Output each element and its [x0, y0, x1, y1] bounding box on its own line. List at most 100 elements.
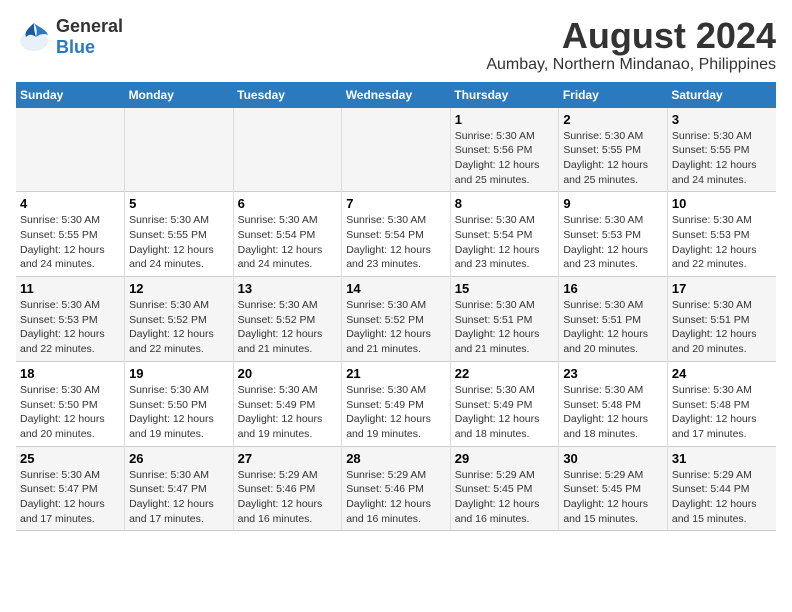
- day-info: Sunrise: 5:30 AM Sunset: 5:48 PM Dayligh…: [563, 384, 648, 440]
- day-info: Sunrise: 5:30 AM Sunset: 5:54 PM Dayligh…: [346, 214, 431, 270]
- day-cell: 31 Sunrise: 5:29 AM Sunset: 5:44 PM Dayli…: [667, 446, 776, 531]
- header-cell-monday: Monday: [125, 82, 234, 108]
- day-cell: 13 Sunrise: 5:30 AM Sunset: 5:52 PM Dayli…: [233, 277, 342, 362]
- day-cell: 2Sunrise: 5:30 AM Sunset: 5:55 PM Daylig…: [559, 108, 668, 192]
- day-cell: 30 Sunrise: 5:29 AM Sunset: 5:45 PM Dayli…: [559, 446, 668, 531]
- day-cell: [342, 108, 451, 192]
- day-cell: [125, 108, 234, 192]
- day-cell: 18Sunrise: 5:30 AM Sunset: 5:50 PM Dayli…: [16, 361, 125, 446]
- day-info: Sunrise: 5:30 AM Sunset: 5:49 PM Dayligh…: [455, 384, 540, 440]
- day-number: 9: [563, 196, 663, 211]
- day-cell: 23 Sunrise: 5:30 AM Sunset: 5:48 PM Dayli…: [559, 361, 668, 446]
- day-number: 28: [346, 451, 446, 466]
- header-cell-wednesday: Wednesday: [342, 82, 451, 108]
- logo-blue: Blue: [56, 37, 123, 58]
- day-cell: 6 Sunrise: 5:30 AM Sunset: 5:54 PM Daylig…: [233, 192, 342, 277]
- day-number: 10: [672, 196, 772, 211]
- day-number: 20: [238, 366, 338, 381]
- day-number: 15: [455, 281, 555, 296]
- day-number: 13: [238, 281, 338, 296]
- day-number: 7: [346, 196, 446, 211]
- day-cell: 11 Sunrise: 5:30 AM Sunset: 5:53 PM Dayli…: [16, 277, 125, 362]
- day-number: 4: [20, 196, 120, 211]
- day-number: 21: [346, 366, 446, 381]
- week-row: 18Sunrise: 5:30 AM Sunset: 5:50 PM Dayli…: [16, 361, 776, 446]
- logo: General Blue: [16, 16, 123, 58]
- day-cell: 9 Sunrise: 5:30 AM Sunset: 5:53 PM Daylig…: [559, 192, 668, 277]
- day-number: 30: [563, 451, 663, 466]
- day-cell: 14 Sunrise: 5:30 AM Sunset: 5:52 PM Dayli…: [342, 277, 451, 362]
- day-number: 29: [455, 451, 555, 466]
- day-cell: 27 Sunrise: 5:29 AM Sunset: 5:46 PM Dayli…: [233, 446, 342, 531]
- page-subtitle: Aumbay, Northern Mindanao, Philippines: [486, 56, 776, 74]
- day-info: Sunrise: 5:29 AM Sunset: 5:44 PM Dayligh…: [672, 469, 757, 525]
- day-cell: 15 Sunrise: 5:30 AM Sunset: 5:51 PM Dayli…: [450, 277, 559, 362]
- header-row: SundayMondayTuesdayWednesdayThursdayFrid…: [16, 82, 776, 108]
- day-info: Sunrise: 5:30 AM Sunset: 5:55 PM Dayligh…: [129, 214, 214, 270]
- day-info: Sunrise: 5:29 AM Sunset: 5:45 PM Dayligh…: [455, 469, 540, 525]
- header-cell-sunday: Sunday: [16, 82, 125, 108]
- day-cell: 25Sunrise: 5:30 AM Sunset: 5:47 PM Dayli…: [16, 446, 125, 531]
- day-cell: 7 Sunrise: 5:30 AM Sunset: 5:54 PM Daylig…: [342, 192, 451, 277]
- day-number: 27: [238, 451, 338, 466]
- day-number: 2: [563, 112, 663, 127]
- calendar-body: 1Sunrise: 5:30 AM Sunset: 5:56 PM Daylig…: [16, 108, 776, 531]
- day-cell: 3 Sunrise: 5:30 AM Sunset: 5:55 PM Daylig…: [667, 108, 776, 192]
- day-info: Sunrise: 5:30 AM Sunset: 5:54 PM Dayligh…: [238, 214, 323, 270]
- day-info: Sunrise: 5:30 AM Sunset: 5:53 PM Dayligh…: [20, 299, 105, 355]
- day-info: Sunrise: 5:30 AM Sunset: 5:51 PM Dayligh…: [563, 299, 648, 355]
- day-number: 3: [672, 112, 772, 127]
- header-cell-tuesday: Tuesday: [233, 82, 342, 108]
- day-number: 8: [455, 196, 555, 211]
- day-cell: 10 Sunrise: 5:30 AM Sunset: 5:53 PM Dayli…: [667, 192, 776, 277]
- day-cell: 16Sunrise: 5:30 AM Sunset: 5:51 PM Dayli…: [559, 277, 668, 362]
- header-cell-thursday: Thursday: [450, 82, 559, 108]
- day-info: Sunrise: 5:30 AM Sunset: 5:52 PM Dayligh…: [346, 299, 431, 355]
- day-number: 23: [563, 366, 663, 381]
- day-number: 31: [672, 451, 772, 466]
- day-cell: [16, 108, 125, 192]
- day-number: 17: [672, 281, 772, 296]
- day-info: Sunrise: 5:30 AM Sunset: 5:51 PM Dayligh…: [672, 299, 757, 355]
- day-number: 24: [672, 366, 772, 381]
- day-number: 6: [238, 196, 338, 211]
- day-info: Sunrise: 5:30 AM Sunset: 5:50 PM Dayligh…: [129, 384, 214, 440]
- day-info: Sunrise: 5:29 AM Sunset: 5:45 PM Dayligh…: [563, 469, 648, 525]
- day-number: 12: [129, 281, 229, 296]
- title-block: August 2024 Aumbay, Northern Mindanao, P…: [486, 16, 776, 74]
- day-info: Sunrise: 5:29 AM Sunset: 5:46 PM Dayligh…: [238, 469, 323, 525]
- day-cell: 4Sunrise: 5:30 AM Sunset: 5:55 PM Daylig…: [16, 192, 125, 277]
- day-cell: 21Sunrise: 5:30 AM Sunset: 5:49 PM Dayli…: [342, 361, 451, 446]
- day-number: 11: [20, 281, 120, 296]
- day-info: Sunrise: 5:30 AM Sunset: 5:55 PM Dayligh…: [672, 130, 757, 186]
- day-number: 25: [20, 451, 120, 466]
- header-cell-saturday: Saturday: [667, 82, 776, 108]
- week-row: 25 Sunrise: 5:30 AM Sunset: 5:47 PM Dayli…: [16, 446, 776, 531]
- day-number: 1: [455, 112, 555, 127]
- day-info: Sunrise: 5:30 AM Sunset: 5:47 PM Dayligh…: [129, 469, 214, 525]
- day-cell: 5 Sunrise: 5:30 AM Sunset: 5:55 PM Daylig…: [125, 192, 234, 277]
- day-info: Sunrise: 5:30 AM Sunset: 5:51 PM Dayligh…: [455, 299, 540, 355]
- calendar-header: SundayMondayTuesdayWednesdayThursdayFrid…: [16, 82, 776, 108]
- header-cell-friday: Friday: [559, 82, 668, 108]
- day-cell: 24Sunrise: 5:30 AM Sunset: 5:48 PM Dayli…: [667, 361, 776, 446]
- day-cell: 28 Sunrise: 5:29 AM Sunset: 5:46 PM Dayli…: [342, 446, 451, 531]
- day-info: Sunrise: 5:29 AM Sunset: 5:46 PM Dayligh…: [346, 469, 431, 525]
- page-header: General Blue August 2024 Aumbay, Norther…: [16, 16, 776, 74]
- day-cell: 22Sunrise: 5:30 AM Sunset: 5:49 PM Dayli…: [450, 361, 559, 446]
- day-cell: 8 Sunrise: 5:30 AM Sunset: 5:54 PM Daylig…: [450, 192, 559, 277]
- week-row: 1Sunrise: 5:30 AM Sunset: 5:56 PM Daylig…: [16, 108, 776, 192]
- day-cell: 20Sunrise: 5:30 AM Sunset: 5:49 PM Dayli…: [233, 361, 342, 446]
- day-number: 19: [129, 366, 229, 381]
- day-info: Sunrise: 5:30 AM Sunset: 5:53 PM Dayligh…: [563, 214, 648, 270]
- day-cell: 29 Sunrise: 5:29 AM Sunset: 5:45 PM Dayli…: [450, 446, 559, 531]
- day-number: 26: [129, 451, 229, 466]
- day-info: Sunrise: 5:30 AM Sunset: 5:53 PM Dayligh…: [672, 214, 757, 270]
- day-number: 14: [346, 281, 446, 296]
- day-number: 5: [129, 196, 229, 211]
- day-cell: 1Sunrise: 5:30 AM Sunset: 5:56 PM Daylig…: [450, 108, 559, 192]
- day-info: Sunrise: 5:30 AM Sunset: 5:54 PM Dayligh…: [455, 214, 540, 270]
- day-info: Sunrise: 5:30 AM Sunset: 5:52 PM Dayligh…: [238, 299, 323, 355]
- week-row: 4 Sunrise: 5:30 AM Sunset: 5:55 PM Daylig…: [16, 192, 776, 277]
- day-cell: [233, 108, 342, 192]
